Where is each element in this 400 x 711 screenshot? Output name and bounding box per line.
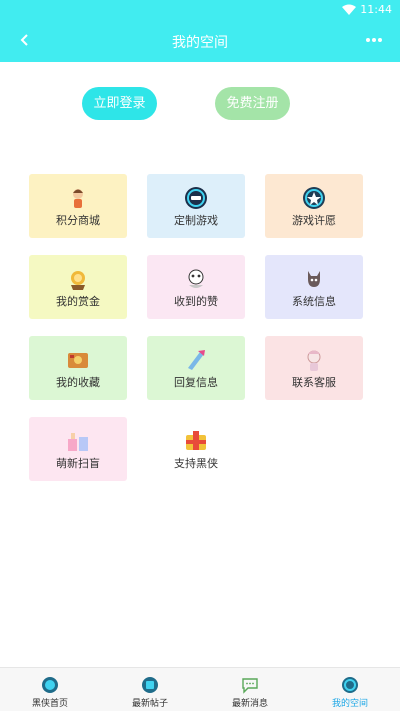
tab-latest-posts[interactable]: 最新帖子: [100, 668, 200, 711]
card-label: 联系客服: [292, 376, 336, 389]
tab-label: 黑侠首页: [31, 699, 68, 709]
tab-home[interactable]: 黑侠首页: [0, 668, 100, 711]
card-label: 我的赏金: [56, 295, 100, 308]
tab-my-space[interactable]: 我的空间: [300, 668, 400, 711]
reward-icon: [71, 271, 85, 290]
card-points-mall[interactable]: 积分商城: [29, 174, 127, 238]
wifi-icon: [342, 4, 356, 15]
card-newbie-guide[interactable]: 萌新扫盲: [29, 417, 127, 481]
card-label: 回复信息: [174, 376, 218, 389]
card-support-heixia[interactable]: 支持黑侠: [147, 417, 245, 481]
newbie-guide-icon: [68, 433, 88, 451]
posts-icon: [142, 677, 158, 693]
card-label: 我的收藏: [56, 376, 100, 389]
card-system-info[interactable]: 系统信息: [265, 255, 363, 319]
page-title: 我的空间: [172, 35, 228, 51]
card-label: 萌新扫盲: [56, 457, 100, 470]
custom-game-icon: [185, 187, 207, 209]
card-custom-game[interactable]: 定制游戏: [147, 174, 245, 238]
space-icon: [342, 677, 358, 693]
more-icon[interactable]: [366, 38, 382, 43]
customer-service-icon: [307, 350, 321, 371]
card-received-likes[interactable]: 收到的赞: [147, 255, 245, 319]
login-button[interactable]: 立即登录: [82, 87, 157, 120]
home-icon: [42, 677, 58, 693]
card-label: 收到的赞: [174, 295, 218, 308]
support-icon: [186, 431, 206, 450]
favorites-icon: [68, 353, 88, 368]
tab-label: 我的空间: [331, 699, 368, 709]
status-time: 11:44: [360, 3, 392, 16]
wish-icon: [303, 187, 325, 209]
card-reply-info[interactable]: 回复信息: [147, 336, 245, 400]
card-my-reward[interactable]: 我的赏金: [29, 255, 127, 319]
tab-label: 最新帖子: [131, 699, 168, 709]
card-label: 定制游戏: [174, 214, 218, 227]
card-my-favorites[interactable]: 我的收藏: [29, 336, 127, 400]
card-label: 支持黑侠: [174, 457, 218, 470]
register-button[interactable]: 免费注册: [215, 87, 290, 120]
top-bar: 11:44 我的空间: [0, 0, 400, 62]
card-label: 积分商城: [56, 214, 100, 227]
reply-icon: [188, 350, 205, 370]
tab-label: 最新消息: [231, 699, 268, 709]
message-icon: [242, 678, 258, 694]
card-game-wish[interactable]: 游戏许愿: [265, 174, 363, 238]
tab-latest-messages[interactable]: 最新消息: [200, 668, 300, 711]
character-icon: [73, 189, 83, 208]
bottom-tab-bar: 黑侠首页 最新帖子 最新消息 我的空间: [0, 667, 400, 711]
card-contact-service[interactable]: 联系客服: [265, 336, 363, 400]
system-info-icon: [308, 271, 320, 287]
card-label: 系统信息: [292, 295, 336, 308]
card-label: 游戏许愿: [292, 214, 336, 227]
likes-icon: [188, 269, 204, 288]
